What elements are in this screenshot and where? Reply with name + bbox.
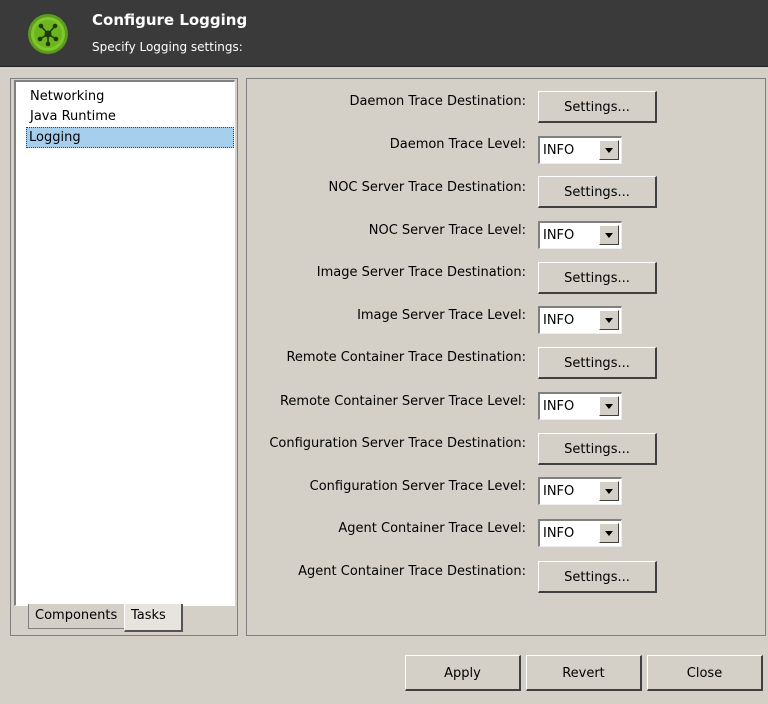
list-item-networking[interactable]: Networking <box>28 87 104 106</box>
noc-server-trace-destination-settings-button[interactable]: Settings... <box>538 176 657 208</box>
noc-server-trace-destination-label: NOC Server Trace Destination: <box>328 180 526 195</box>
select-value: INFO <box>543 143 575 158</box>
configuration-server-trace-level-label: Configuration Server Trace Level: <box>309 479 526 494</box>
select-value: INFO <box>543 228 575 243</box>
remote-container-server-trace-level-select[interactable]: INFO <box>538 392 622 420</box>
select-value: INFO <box>543 526 575 541</box>
chevron-down-icon[interactable] <box>599 140 619 160</box>
close-button[interactable]: Close <box>647 655 763 691</box>
daemon-trace-destination-label: Daemon Trace Destination: <box>349 94 526 109</box>
chevron-down-icon[interactable] <box>599 523 619 543</box>
noc-server-trace-level-select[interactable]: INFO <box>538 221 622 249</box>
image-server-trace-level-label: Image Server Trace Level: <box>357 308 526 323</box>
list-item-java-runtime[interactable]: Java Runtime <box>28 107 116 126</box>
configuration-server-trace-destination-label: Configuration Server Trace Destination: <box>269 436 526 451</box>
configuration-server-trace-destination-settings-button[interactable]: Settings... <box>538 433 657 465</box>
image-server-trace-destination-label: Image Server Trace Destination: <box>316 265 526 280</box>
category-list[interactable]: Networking Java Runtime Logging <box>14 80 235 606</box>
tab-tasks[interactable]: Tasks <box>124 604 183 632</box>
daemon-trace-level-select[interactable]: INFO <box>538 136 622 164</box>
select-value: INFO <box>543 484 575 499</box>
network-hub-icon <box>28 14 68 54</box>
select-value: INFO <box>543 399 575 414</box>
select-value: INFO <box>543 313 575 328</box>
agent-container-trace-destination-settings-button[interactable]: Settings... <box>538 561 657 593</box>
agent-container-trace-destination-label: Agent Container Trace Destination: <box>298 564 526 579</box>
remote-container-server-trace-level-label: Remote Container Server Trace Level: <box>279 394 526 409</box>
agent-container-trace-level-label: Agent Container Trace Level: <box>338 521 526 536</box>
tab-components[interactable]: Components <box>28 604 126 629</box>
daemon-trace-level-label: Daemon Trace Level: <box>389 137 526 152</box>
image-server-trace-destination-settings-button[interactable]: Settings... <box>538 262 657 294</box>
chevron-down-icon[interactable] <box>599 310 619 330</box>
chevron-down-icon[interactable] <box>599 225 619 245</box>
chevron-down-icon[interactable] <box>599 481 619 501</box>
daemon-trace-destination-settings-button[interactable]: Settings... <box>538 91 657 123</box>
agent-container-trace-level-select[interactable]: INFO <box>538 519 622 547</box>
remote-container-trace-destination-label: Remote Container Trace Destination: <box>286 350 526 365</box>
revert-button[interactable]: Revert <box>526 655 642 691</box>
noc-server-trace-level-label: NOC Server Trace Level: <box>368 223 526 238</box>
apply-button[interactable]: Apply <box>405 655 521 691</box>
chevron-down-icon[interactable] <box>599 396 619 416</box>
image-server-trace-level-select[interactable]: INFO <box>538 306 622 334</box>
dialog-subtitle: Specify Logging settings: <box>92 40 243 54</box>
configuration-server-trace-level-select[interactable]: INFO <box>538 477 622 505</box>
list-item-logging[interactable]: Logging <box>26 127 234 148</box>
dialog-title: Configure Logging <box>92 11 248 29</box>
remote-container-trace-destination-settings-button[interactable]: Settings... <box>538 347 657 379</box>
dialog-header: Configure Logging Specify Logging settin… <box>0 0 768 67</box>
